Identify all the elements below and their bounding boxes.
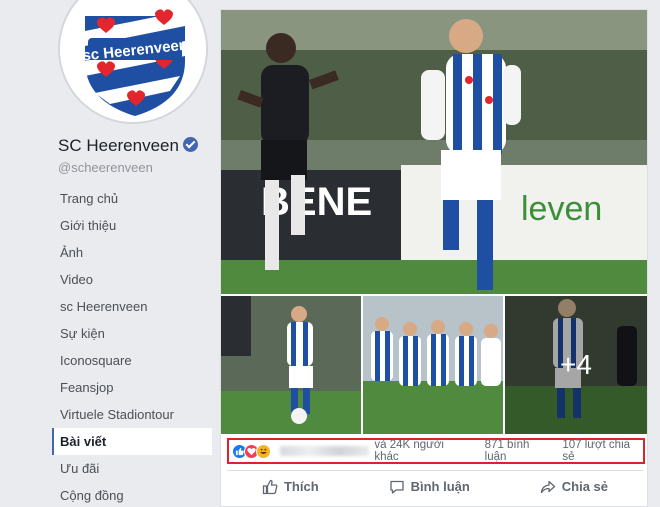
thumbs-up-icon: [262, 479, 278, 494]
post-actions: Thích Bình luận Chia sẻ: [227, 470, 643, 502]
post-main-photo[interactable]: leven BENE: [221, 10, 647, 294]
verified-badge-icon: [182, 137, 198, 152]
haha-icon: [256, 443, 271, 459]
nav-item-photos[interactable]: Ảnh: [52, 239, 212, 266]
nav-item-home[interactable]: Trang chủ: [52, 185, 212, 212]
svg-text:leven: leven: [521, 190, 602, 228]
reaction-icons[interactable]: [232, 443, 271, 459]
comment-count[interactable]: 871 bình luận: [485, 439, 553, 463]
facebook-page: sc Heerenveen SC Heerenveen @scheerenvee…: [0, 0, 660, 507]
thumbnail-photo[interactable]: [363, 296, 503, 434]
page-name-text: SC Heerenveen: [58, 136, 179, 155]
nav-item-videos[interactable]: Video: [52, 266, 212, 293]
more-photos-overlay[interactable]: +4: [505, 296, 647, 434]
nav-item-stadiontour[interactable]: Virtuele Stadiontour: [52, 401, 212, 428]
left-column: sc Heerenveen SC Heerenveen @scheerenvee…: [0, 0, 218, 507]
reactions-summary[interactable]: và 24K người khác 871 bình luận 107 lượt…: [227, 438, 645, 464]
page-title[interactable]: SC Heerenveen: [58, 136, 198, 156]
right-edge-strip: [650, 0, 660, 507]
nav-item-feansjop[interactable]: Feansjop: [52, 374, 212, 401]
share-label: Chia sẻ: [561, 479, 609, 494]
page-handle[interactable]: @scheerenveen: [58, 160, 153, 175]
comment-icon: [389, 480, 404, 494]
post-card: leven BENE +4 và 24K người khác 871 bình…: [220, 9, 648, 507]
like-button[interactable]: Thích: [262, 479, 319, 495]
main-photo-image: leven BENE: [221, 10, 647, 294]
comment-label: Bình luận: [410, 479, 470, 494]
thumbnail-photo[interactable]: [221, 296, 361, 434]
page-avatar[interactable]: sc Heerenveen: [58, 0, 208, 124]
thumbnail-photo-more[interactable]: +4: [505, 296, 647, 434]
nav-item-posts[interactable]: Bài viết: [52, 428, 212, 455]
nav-item-about[interactable]: Giới thiệu: [52, 212, 212, 239]
nav-item-events[interactable]: Sự kiện: [52, 320, 212, 347]
share-icon: [540, 480, 555, 493]
comment-button[interactable]: Bình luận: [389, 479, 470, 495]
heerenveen-logo: sc Heerenveen: [60, 0, 206, 122]
share-button[interactable]: Chia sẻ: [540, 479, 608, 495]
nav-item-sc-heerenveen[interactable]: sc Heerenveen: [52, 293, 212, 320]
blurred-reactor-names: [280, 446, 370, 456]
nav-item-community[interactable]: Cộng đồng: [52, 482, 212, 507]
share-count[interactable]: 107 lượt chia sẻ: [562, 439, 643, 463]
post-thumbnails: +4: [221, 296, 647, 436]
nav-item-offers[interactable]: Ưu đãi: [52, 455, 212, 482]
nav-item-iconosquare[interactable]: Iconosquare: [52, 347, 212, 374]
page-nav: Trang chủ Giới thiệu Ảnh Video sc Heeren…: [52, 185, 212, 507]
reaction-count-text[interactable]: và 24K người khác: [374, 439, 468, 463]
like-label: Thích: [283, 479, 319, 494]
